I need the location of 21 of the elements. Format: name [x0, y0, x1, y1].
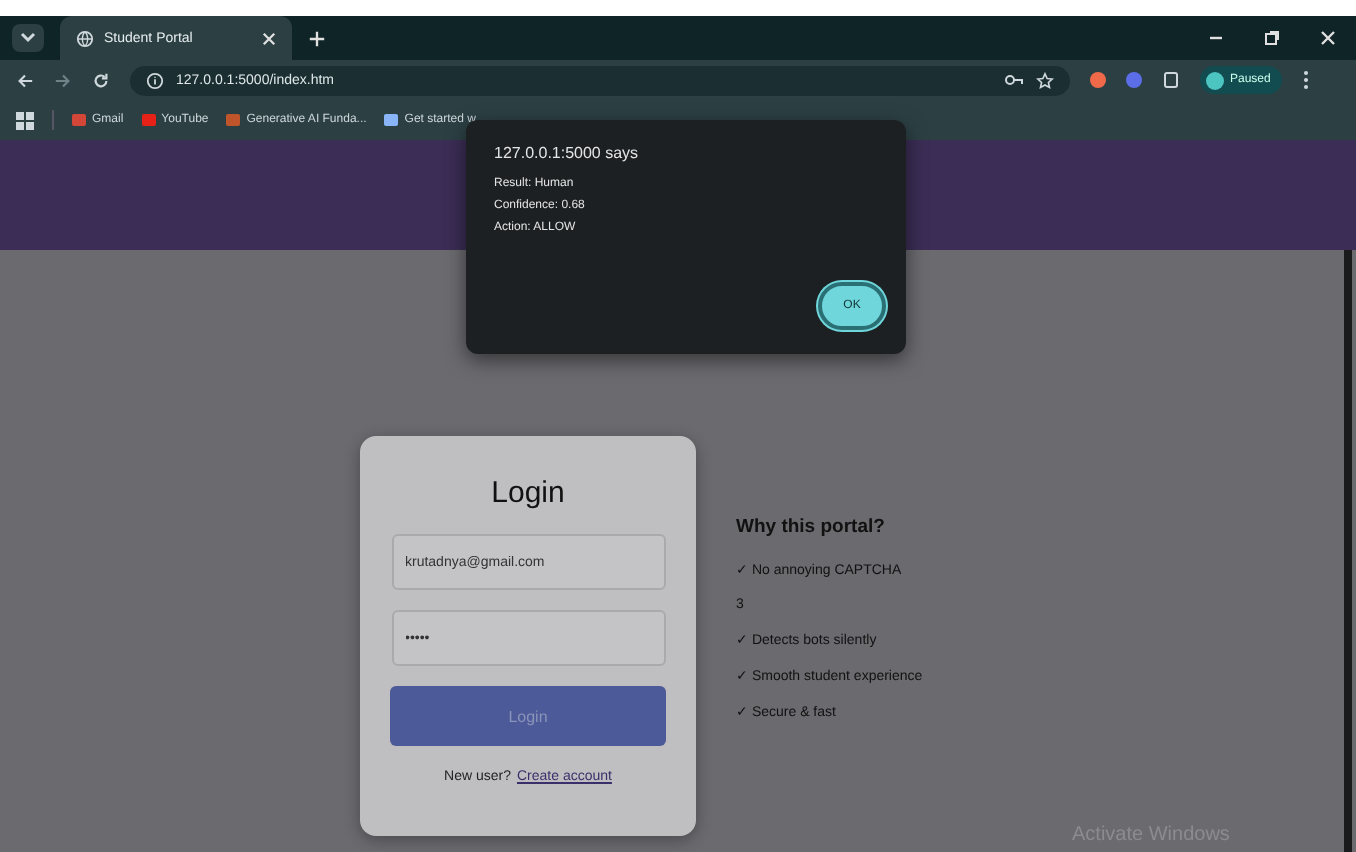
info-icon [146, 71, 164, 89]
login-title: Login [491, 476, 565, 510]
restore-icon[interactable] [1264, 30, 1280, 46]
scrollbar[interactable] [1344, 250, 1352, 852]
tab-list-button[interactable] [12, 24, 44, 52]
key-icon[interactable] [1004, 72, 1024, 88]
new-tab-icon[interactable] [308, 29, 326, 47]
forward-icon[interactable] [54, 71, 72, 89]
apps-grid-icon[interactable] [16, 111, 34, 129]
dialog-title: 127.0.0.1:5000 says [494, 144, 641, 162]
back-icon[interactable] [16, 71, 34, 89]
close-icon[interactable] [1320, 30, 1336, 46]
extension-icon[interactable] [1090, 72, 1106, 88]
reload-icon[interactable] [92, 71, 110, 89]
extension-icon[interactable] [1126, 72, 1142, 88]
star-icon[interactable] [1036, 71, 1054, 89]
menu-icon[interactable] [1302, 70, 1311, 90]
close-icon[interactable] [262, 31, 276, 45]
chevron-down-icon [20, 32, 36, 44]
features-title: Why this portal? [736, 516, 887, 538]
globe-icon [76, 29, 94, 47]
